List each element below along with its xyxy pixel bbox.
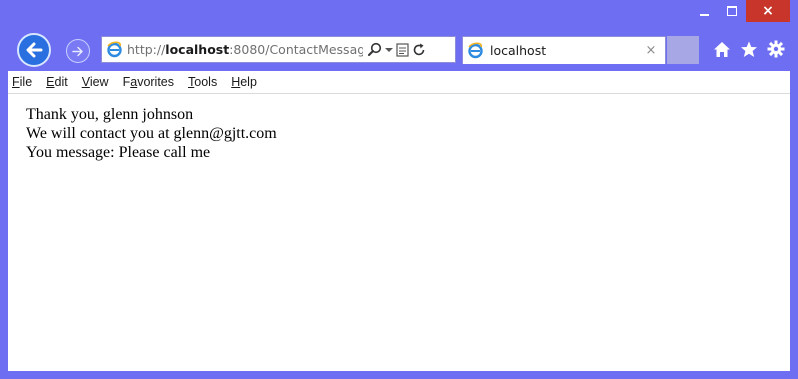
back-arrow-icon bbox=[26, 42, 43, 58]
home-icon[interactable] bbox=[712, 39, 732, 59]
message-text: You message: Please call me bbox=[26, 144, 211, 161]
toolbar-icons bbox=[712, 39, 786, 59]
gear-icon[interactable] bbox=[766, 39, 786, 59]
window-controls: × bbox=[690, 0, 790, 32]
search-icon[interactable] bbox=[367, 40, 382, 60]
url-text[interactable]: http://localhost:8080/ContactMessag bbox=[127, 42, 363, 57]
content-frame: File Edit View Favorites Tools Help Than… bbox=[8, 71, 790, 371]
menu-favorites[interactable]: Favorites bbox=[123, 75, 174, 89]
contact-email-text: We will contact you at glenn@gjtt.com bbox=[26, 125, 277, 142]
thank-you-text: Thank you, glenn johnson bbox=[26, 106, 194, 123]
url-path: :8080/ContactMessag bbox=[229, 42, 363, 57]
ie-page-icon bbox=[107, 41, 122, 58]
maximize-icon bbox=[727, 6, 737, 16]
maximize-button[interactable] bbox=[718, 0, 746, 22]
menu-file[interactable]: File bbox=[12, 75, 32, 89]
address-bar-icons bbox=[367, 40, 426, 60]
tab-localhost[interactable]: localhost × bbox=[462, 36, 666, 64]
close-icon: × bbox=[762, 3, 774, 19]
page-body: Thank you, glenn johnson We will contact… bbox=[8, 94, 790, 162]
ie-tab-icon bbox=[468, 42, 483, 59]
chevron-down-icon[interactable] bbox=[385, 40, 393, 60]
new-tab-button[interactable] bbox=[667, 36, 699, 64]
address-bar[interactable]: http://localhost:8080/ContactMessag bbox=[101, 36, 456, 63]
back-button[interactable] bbox=[17, 33, 51, 67]
star-icon[interactable] bbox=[739, 39, 759, 59]
menu-help[interactable]: Help bbox=[231, 75, 257, 89]
url-prefix: http:// bbox=[127, 42, 166, 57]
menu-edit[interactable]: Edit bbox=[46, 75, 68, 89]
close-window-button[interactable]: × bbox=[746, 0, 790, 22]
compatibility-view-icon[interactable] bbox=[396, 40, 409, 60]
navigation-row: http://localhost:8080/ContactMessag loca… bbox=[0, 32, 798, 70]
browser-window: × http://localhost:8080/ContactMessag lo… bbox=[0, 0, 798, 379]
forward-arrow-icon bbox=[72, 46, 83, 56]
forward-button[interactable] bbox=[66, 39, 90, 63]
minimize-icon bbox=[699, 14, 709, 16]
tab-label: localhost bbox=[490, 43, 547, 58]
refresh-icon[interactable] bbox=[412, 40, 426, 60]
menu-bar: File Edit View Favorites Tools Help bbox=[8, 71, 790, 94]
minimize-button[interactable] bbox=[690, 0, 718, 22]
tab-close-icon[interactable]: × bbox=[642, 43, 660, 58]
menu-tools[interactable]: Tools bbox=[188, 75, 217, 89]
url-host: localhost bbox=[165, 42, 230, 57]
menu-view[interactable]: View bbox=[82, 75, 109, 89]
